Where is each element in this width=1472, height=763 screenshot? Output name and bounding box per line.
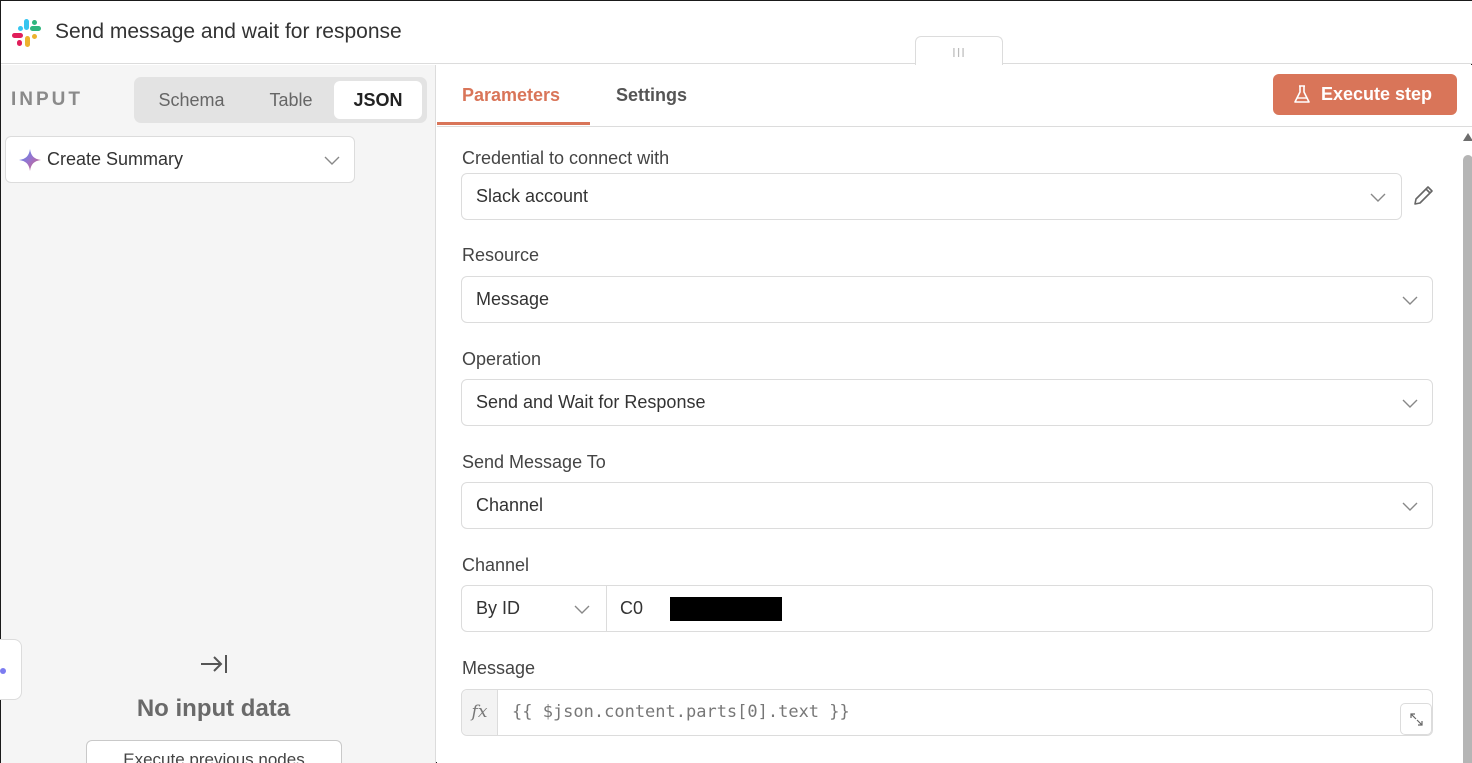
tab-settings[interactable]: Settings — [616, 85, 687, 106]
input-panel-label: INPUT — [11, 89, 83, 110]
operation-label: Operation — [462, 349, 542, 369]
scrollbar-thumb[interactable] — [1463, 155, 1472, 763]
fx-icon: fx — [462, 690, 498, 735]
gemini-spark-icon — [19, 149, 41, 171]
slack-logo-icon — [12, 19, 41, 47]
channel-mode-value: By ID — [476, 598, 521, 618]
message-expression-field[interactable]: fx {{ $json.content.parts[0].text }} — [461, 689, 1433, 736]
chevron-down-icon — [1370, 193, 1386, 202]
view-table-option[interactable]: Table — [248, 81, 334, 119]
send-to-select[interactable]: Channel — [461, 482, 1433, 529]
panel-tabs: Parameters Settings Execute step — [437, 65, 1472, 127]
channel-mode-select[interactable]: By ID — [462, 586, 607, 631]
chevron-down-icon — [1402, 296, 1418, 305]
view-schema-option[interactable]: Schema — [144, 81, 239, 119]
resource-value: Message — [476, 289, 550, 309]
input-panel: INPUT Schema Table JSON Create Summary N… — [0, 65, 436, 763]
edit-credential-icon[interactable] — [1411, 184, 1435, 208]
redacted-block — [670, 597, 782, 621]
no-input-title: No input data — [136, 695, 291, 722]
resource-label: Resource — [462, 245, 540, 265]
execute-step-button[interactable]: Execute step — [1273, 74, 1457, 115]
tab-parameters[interactable]: Parameters — [462, 85, 560, 106]
view-mode-toggle: Schema Table JSON — [134, 77, 427, 123]
send-to-label: Send Message To — [462, 452, 606, 472]
operation-value: Send and Wait for Response — [476, 392, 706, 412]
credential-select[interactable]: Slack account — [461, 173, 1402, 220]
chevron-down-icon — [1402, 399, 1418, 408]
channel-field: By ID C0 — [461, 585, 1433, 632]
side-tab-dot — [0, 668, 6, 674]
chevron-down-icon — [574, 605, 590, 614]
collapse-side-tab[interactable] — [0, 639, 22, 700]
credential-label: Credential to connect with — [462, 148, 670, 168]
source-node-label: Create Summary — [47, 149, 184, 169]
vertical-scrollbar[interactable] — [1463, 133, 1472, 763]
resource-select[interactable]: Message — [461, 276, 1433, 323]
execute-step-label: Execute step — [1321, 84, 1433, 104]
message-expression[interactable]: {{ $json.content.parts[0].text }} — [512, 702, 850, 722]
node-header: Send message and wait for response III — [1, 1, 1472, 65]
chevron-down-icon — [1402, 502, 1418, 511]
expand-editor-button[interactable] — [1400, 703, 1432, 735]
scroll-up-arrow-icon[interactable] — [1463, 133, 1472, 141]
expand-icon — [1410, 713, 1423, 726]
node-title: Send message and wait for response — [55, 20, 402, 43]
execute-previous-nodes-button[interactable]: Execute previous nodes — [86, 740, 342, 763]
active-tab-indicator — [437, 122, 590, 125]
channel-id-input[interactable]: C0 — [620, 598, 643, 619]
send-to-value: Channel — [476, 495, 544, 515]
operation-select[interactable]: Send and Wait for Response — [461, 379, 1433, 426]
view-json-option[interactable]: JSON — [334, 81, 422, 119]
credential-value: Slack account — [476, 186, 589, 206]
panel-drag-handle[interactable]: III — [915, 36, 1003, 65]
message-label: Message — [462, 658, 536, 678]
source-node-select[interactable]: Create Summary — [5, 136, 355, 183]
arrow-right-to-line-icon — [201, 655, 227, 673]
channel-label: Channel — [462, 555, 530, 575]
flask-icon — [1294, 85, 1310, 103]
chevron-down-icon — [324, 156, 340, 165]
parameters-panel: Parameters Settings Execute step Credent… — [437, 65, 1472, 763]
